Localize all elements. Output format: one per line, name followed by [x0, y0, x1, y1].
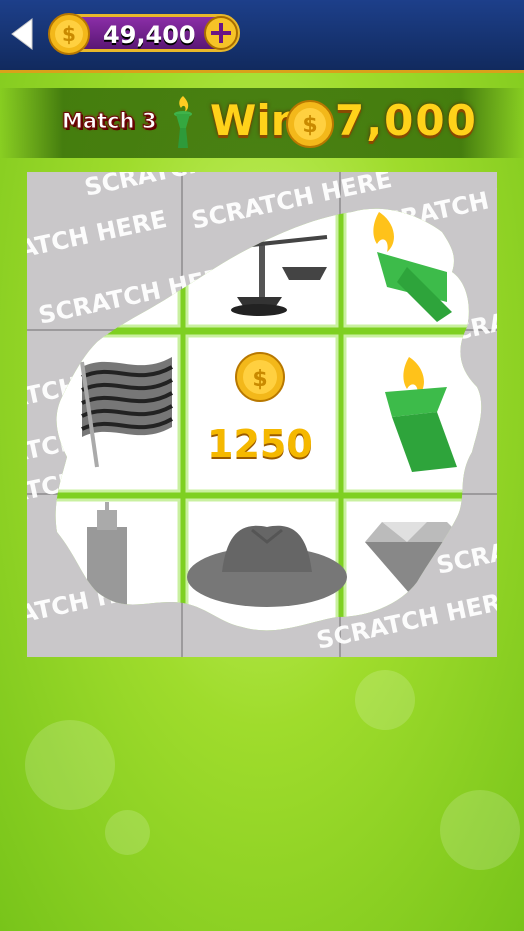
top-bar: $ 49,400: [0, 0, 524, 73]
win-amount: 7,000: [335, 96, 478, 145]
gold-coin-icon: $: [48, 13, 90, 55]
svg-text:$: $: [62, 22, 76, 46]
svg-text:$: $: [252, 367, 267, 392]
gold-coin-icon: $: [235, 352, 285, 402]
scratched-reveal-area: $: [55, 208, 482, 631]
prize-value: 1250: [207, 422, 313, 466]
liberty-torch-icon: [174, 96, 192, 148]
scratch-card[interactable]: SCRATCH HERE SCRATCH HERE SCRATCH HERE S…: [27, 172, 497, 657]
background-bubble: [105, 810, 150, 855]
coin-balance-pill: $ 49,400: [48, 13, 240, 55]
gold-coin-icon: $: [286, 100, 334, 148]
coin-balance: 49,400: [103, 21, 196, 49]
back-arrow-icon[interactable]: [8, 17, 36, 51]
background-bubble: [440, 790, 520, 870]
svg-text:$: $: [302, 113, 317, 138]
win-condition-banner: Match 3 Win $ 7,000: [0, 88, 524, 158]
add-coins-plus-icon[interactable]: [203, 15, 239, 51]
background-bubble: [25, 720, 115, 810]
background-bubble: [355, 670, 415, 730]
match-label: Match 3: [61, 109, 157, 134]
